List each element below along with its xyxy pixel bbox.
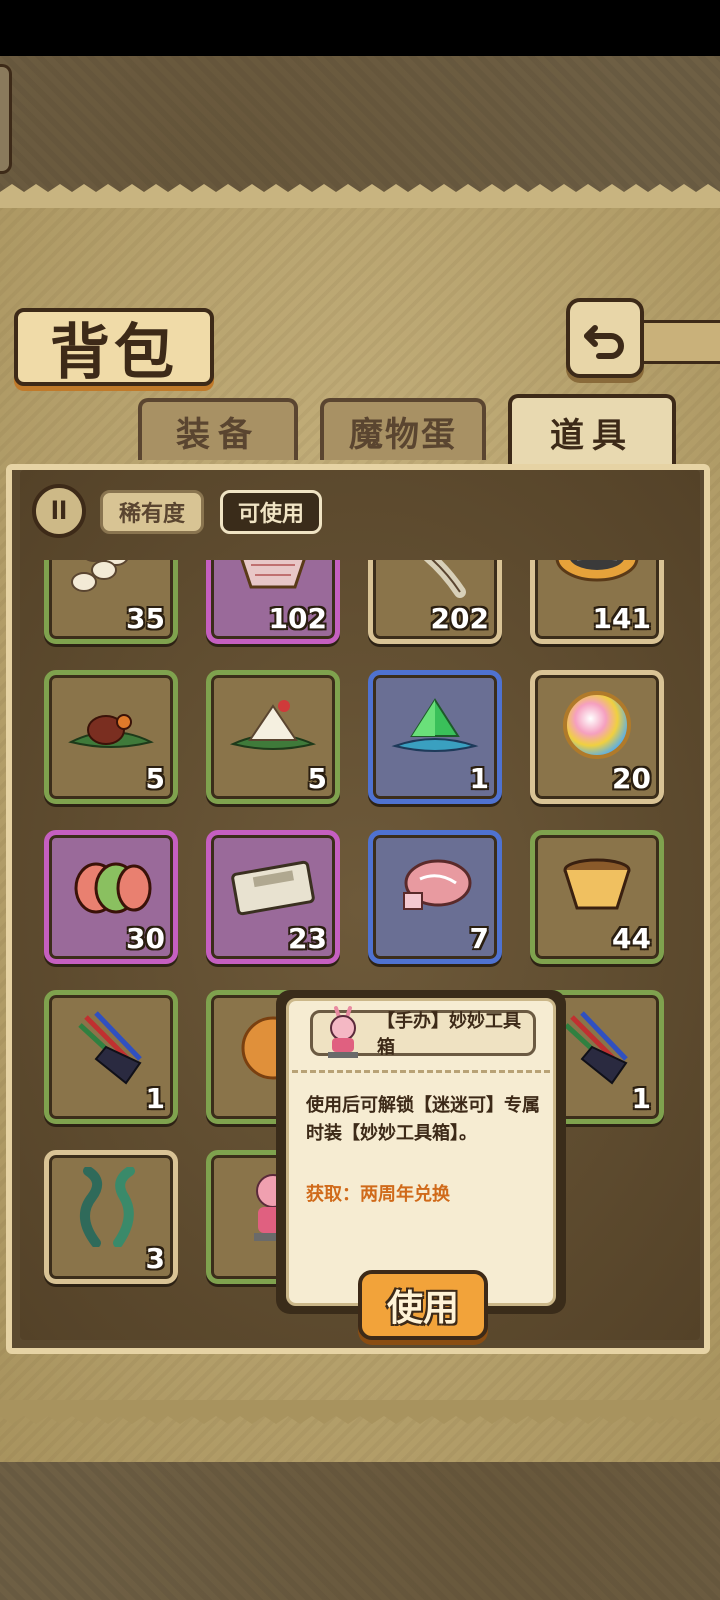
item-slot-fish[interactable]: 202	[368, 560, 502, 644]
item-quantity: 102	[268, 602, 327, 635]
figurine-avatar-icon	[328, 1006, 358, 1058]
back-button[interactable]	[566, 298, 644, 378]
back-arrow-icon	[584, 325, 624, 359]
pudding-icon	[549, 845, 645, 929]
tab-items[interactable]: 道具	[508, 394, 676, 466]
item-quantity: 5	[145, 762, 165, 795]
tab-items-label: 道具	[550, 415, 634, 456]
back-button-rail	[640, 320, 720, 364]
item-slot-meat-leaf[interactable]: 5	[44, 670, 178, 804]
use-button[interactable]: 使用	[358, 1270, 488, 1340]
panel-top-edge	[0, 184, 720, 208]
tab-monster-eggs-label: 魔物蛋	[349, 414, 457, 455]
item-quantity: 23	[288, 922, 327, 955]
green-crystal-icon	[387, 685, 483, 769]
rice-dumpling-icon	[225, 685, 321, 769]
item-slot-brush-pouch[interactable]: 1	[44, 990, 178, 1124]
rainbow-orb-icon	[549, 685, 645, 769]
use-button-label: 使用	[386, 1287, 459, 1329]
rarity-filter-label: 稀有度	[118, 502, 185, 527]
brush-pouch-icon	[63, 1005, 159, 1089]
item-quantity: 20	[612, 762, 651, 795]
item-quantity: 35	[126, 602, 165, 635]
sort-toggle-button[interactable]: ll	[32, 484, 86, 538]
item-slot-mooncake-tart[interactable]: 141	[530, 560, 664, 644]
page-title: 背包	[50, 317, 178, 388]
item-slot-ham-slices[interactable]: 30	[44, 830, 178, 964]
side-handle[interactable]	[0, 64, 12, 174]
banknotes-icon	[225, 845, 321, 929]
usable-filter-label: 可使用	[237, 502, 304, 527]
item-slot-rice-dumpling[interactable]: 5	[206, 670, 340, 804]
panel-bottom-edge	[0, 1400, 720, 1424]
item-slot-seaweed[interactable]: 3	[44, 1150, 178, 1284]
item-quantity: 1	[469, 762, 489, 795]
tooltip-divider	[292, 1070, 550, 1073]
sort-icon: ll	[50, 497, 68, 525]
tooltip-source: 获取：两周年兑换	[306, 1184, 450, 1205]
item-slot-bread-basket[interactable]: 102	[206, 560, 340, 644]
item-slot-green-crystal[interactable]: 1	[368, 670, 502, 804]
rarity-filter-button[interactable]: 稀有度	[100, 490, 204, 534]
tooltip-description: 使用后可解锁【迷迷可】专属时装【妙妙工具箱】。	[306, 1095, 540, 1144]
meat-on-leaf-icon	[63, 685, 159, 769]
item-quantity: 7	[469, 922, 489, 955]
marbled-meat-icon	[387, 845, 483, 929]
item-slot-pudding[interactable]: 44	[530, 830, 664, 964]
item-quantity: 44	[612, 922, 651, 955]
item-slot-banknotes[interactable]: 23	[206, 830, 340, 964]
item-quantity: 141	[592, 602, 651, 635]
tab-monster-eggs[interactable]: 魔物蛋	[320, 398, 486, 460]
seaweed-icon	[63, 1165, 159, 1249]
item-quantity: 5	[307, 762, 327, 795]
item-slot-rainbow-orb[interactable]: 20	[530, 670, 664, 804]
ham-slices-icon	[63, 845, 159, 929]
item-quantity: 3	[145, 1242, 165, 1275]
usable-filter-button[interactable]: 可使用	[220, 490, 322, 534]
item-quantity: 202	[430, 602, 489, 635]
page-title-plate: 背包	[14, 308, 214, 388]
item-quantity: 1	[631, 1082, 651, 1115]
item-quantity: 30	[126, 922, 165, 955]
item-quantity: 1	[145, 1082, 165, 1115]
tab-equipment[interactable]: 装备	[138, 398, 298, 460]
tab-equipment-label: 装备	[176, 414, 260, 455]
item-slot-marbled-meat[interactable]: 7	[368, 830, 502, 964]
item-slot-eggs[interactable]: 35	[44, 560, 178, 644]
